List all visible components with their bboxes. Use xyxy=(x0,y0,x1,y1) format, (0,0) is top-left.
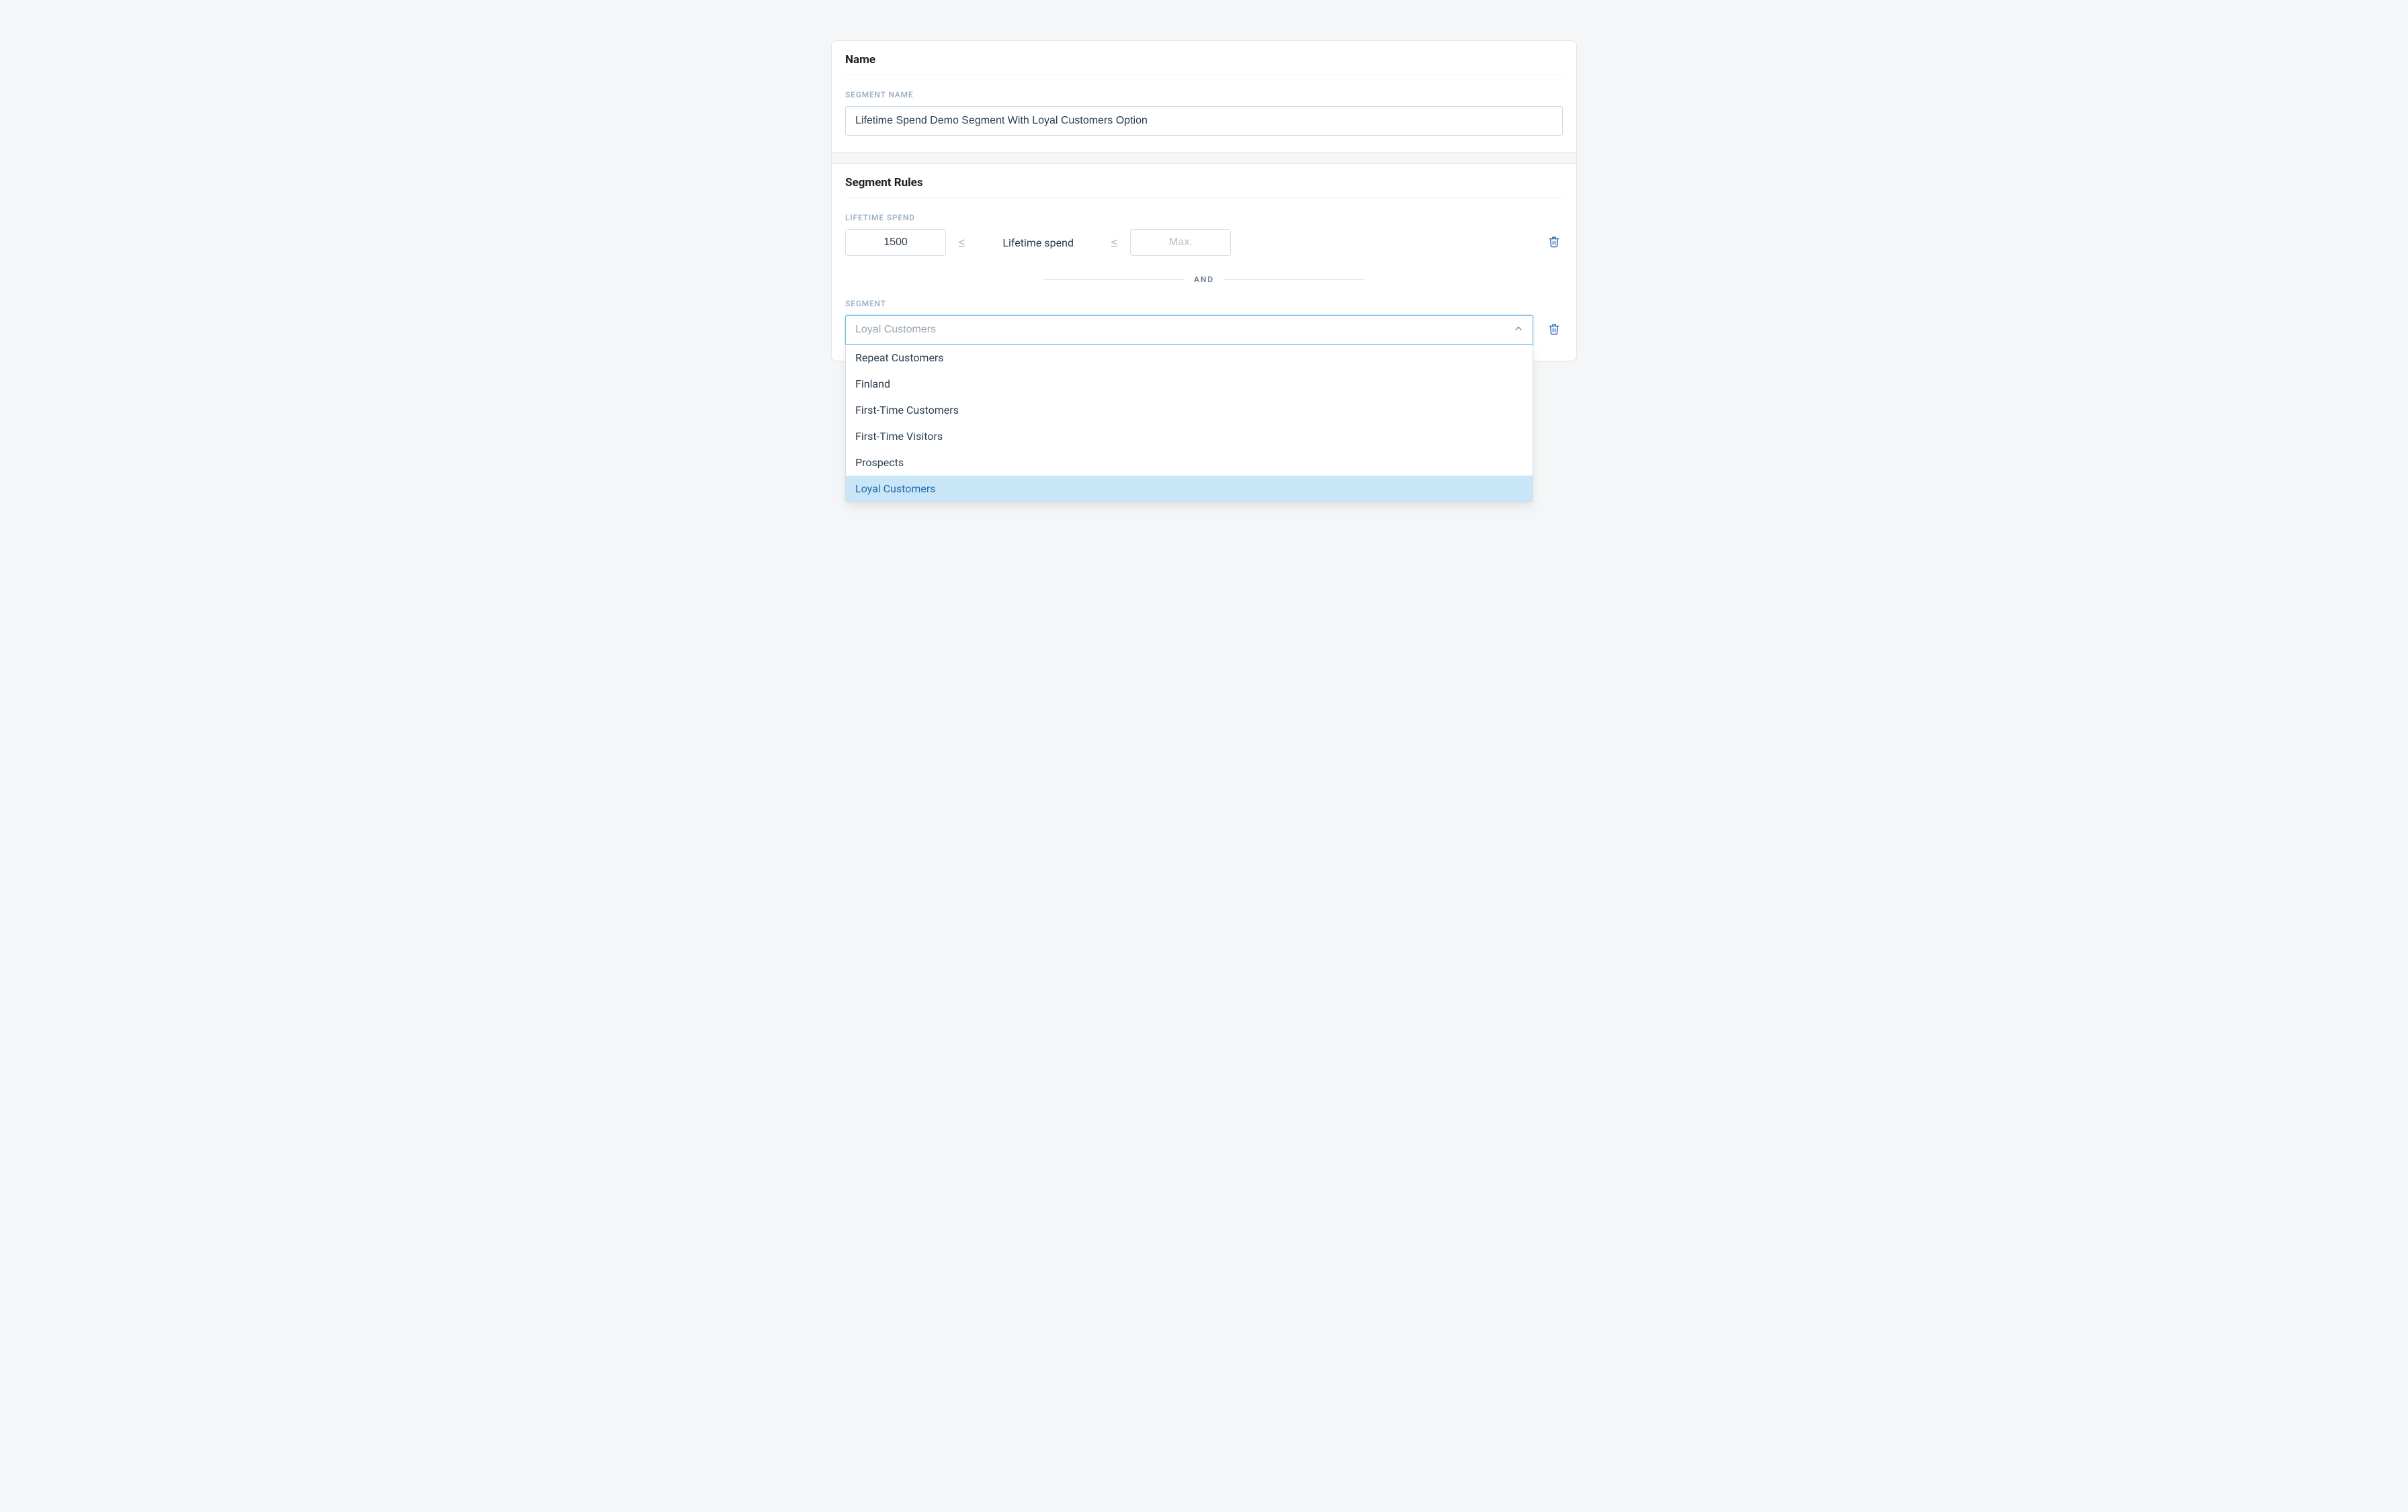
trash-icon xyxy=(1548,236,1560,250)
section-gap xyxy=(832,152,1576,164)
and-divider: AND xyxy=(845,275,1563,284)
segment-option[interactable]: Finland xyxy=(846,371,1533,397)
segment-option[interactable]: First-Time Customers xyxy=(846,397,1533,423)
delete-lifetime-spend-rule-button[interactable] xyxy=(1545,233,1563,253)
segment-dropdown[interactable]: Repeat CustomersFinlandFirst-Time Custom… xyxy=(845,315,1533,345)
segment-option[interactable]: Repeat Customers xyxy=(846,345,1533,371)
divider-line-right xyxy=(1223,279,1365,280)
segment-dropdown-input[interactable] xyxy=(845,315,1533,345)
name-section: Name SEGMENT NAME xyxy=(832,41,1576,152)
lifetime-spend-rule-row: ≤ Lifetime spend ≤ xyxy=(845,229,1563,256)
trash-icon xyxy=(1548,323,1560,337)
name-section-title: Name xyxy=(845,53,1563,75)
lifetime-spend-max-input[interactable] xyxy=(1130,229,1231,256)
segment-name-label: SEGMENT NAME xyxy=(845,90,1563,99)
segment-rules-section: Segment Rules LIFETIME SPEND ≤ Lifetime … xyxy=(832,164,1576,361)
lte-symbol-right: ≤ xyxy=(1111,234,1118,251)
delete-segment-rule-button[interactable] xyxy=(1545,320,1563,340)
segment-rule-row: Repeat CustomersFinlandFirst-Time Custom… xyxy=(845,315,1563,345)
segment-option[interactable]: Prospects xyxy=(846,449,1533,476)
segment-option[interactable]: First-Time Visitors xyxy=(846,423,1533,449)
lifetime-spend-min-input[interactable] xyxy=(845,229,946,256)
segment-dropdown-list: Repeat CustomersFinlandFirst-Time Custom… xyxy=(845,345,1533,502)
segment-name-input[interactable] xyxy=(845,106,1563,136)
segment-option[interactable]: Loyal Customers xyxy=(846,476,1533,502)
lifetime-spend-label: LIFETIME SPEND xyxy=(845,213,1563,222)
lifetime-spend-rule-text: Lifetime spend xyxy=(978,236,1099,249)
lte-symbol-left: ≤ xyxy=(958,234,965,251)
divider-line-left xyxy=(1043,279,1185,280)
segment-editor-card: Name SEGMENT NAME Segment Rules LIFETIME… xyxy=(831,40,1577,361)
segment-rule-label: SEGMENT xyxy=(845,299,1563,308)
rules-section-title: Segment Rules xyxy=(845,176,1563,198)
and-label: AND xyxy=(1194,275,1214,284)
